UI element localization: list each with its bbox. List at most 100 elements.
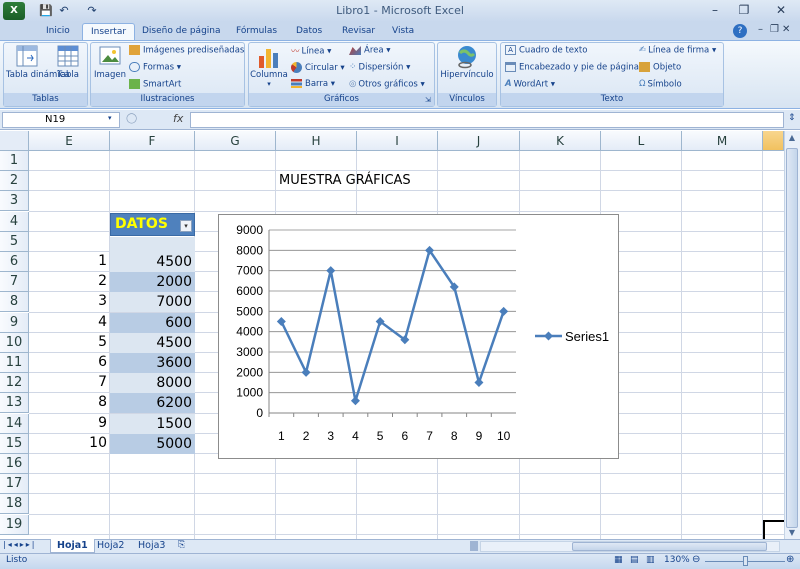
dispersion-button[interactable]: ⁘ Dispersión ▾ [349, 62, 410, 73]
page-layout-icon[interactable]: ▤ [630, 555, 639, 565]
tab-formulas[interactable]: Fórmulas [228, 23, 285, 40]
index-cell[interactable]: 9 [29, 415, 110, 431]
name-box[interactable]: N19 [2, 112, 120, 128]
datos-value-cell[interactable]: 3600 [110, 353, 195, 373]
column-header[interactable]: L [601, 131, 682, 151]
ribbon-restore-icon[interactable]: ❐ [770, 24, 779, 35]
row-header[interactable]: 8 [0, 292, 29, 312]
tab-datos[interactable]: Datos [288, 23, 330, 40]
index-cell[interactable]: 3 [29, 293, 110, 309]
linea-button[interactable]: 〰 Línea ▾ [291, 45, 331, 58]
column-header[interactable]: M [682, 131, 763, 151]
row-header[interactable]: 5 [0, 232, 29, 252]
row-header[interactable]: 6 [0, 252, 29, 272]
row-header[interactable]: 14 [0, 414, 29, 434]
ribbon-minimize-icon[interactable]: – [758, 24, 763, 35]
datos-value-cell[interactable]: 8000 [110, 373, 195, 393]
index-cell[interactable]: 5 [29, 334, 110, 350]
ribbon-close-icon[interactable]: ✕ [782, 24, 790, 35]
row-header[interactable]: 7 [0, 272, 29, 292]
row-header[interactable]: 2 [0, 171, 29, 191]
cuadro-texto-button[interactable]: A Cuadro de texto [505, 45, 587, 56]
encabezado-button[interactable]: Encabezado y pie de página [505, 62, 639, 73]
imagenes-predisenadas-button[interactable]: Imágenes prediseñadas [129, 45, 244, 56]
tab-insertar[interactable]: Insertar [82, 23, 136, 40]
zoom-slider-thumb[interactable] [743, 556, 748, 566]
column-header-selected[interactable] [763, 131, 784, 151]
wordart-button[interactable]: A WordArt ▾ [505, 79, 555, 90]
zoom-out-icon[interactable]: ⊖ [692, 554, 700, 565]
datos-value-cell[interactable]: 4500 [110, 333, 195, 353]
imagen-button[interactable]: Imagen [93, 44, 127, 80]
row-header[interactable]: 1 [0, 151, 29, 171]
row-header[interactable]: 19 [0, 515, 29, 535]
row-header[interactable]: 18 [0, 494, 29, 514]
name-box-dropdown-icon[interactable]: ▾ [108, 114, 112, 122]
close-icon[interactable]: ✕ [770, 2, 792, 19]
tab-revisar[interactable]: Revisar [334, 23, 383, 40]
formula-input[interactable] [190, 112, 784, 128]
row-header[interactable]: 13 [0, 393, 29, 413]
normal-view-icon[interactable]: ▦ [614, 555, 623, 565]
tabla-button[interactable]: Tabla [52, 44, 84, 80]
row-header[interactable]: 17 [0, 474, 29, 494]
datos-header-cell[interactable]: DATOS ▾ [110, 213, 195, 236]
index-cell[interactable]: 2 [29, 273, 110, 289]
new-sheet-icon[interactable]: ⎘ [172, 539, 191, 553]
otros-graficos-button[interactable]: ◎ Otros gráficos ▾ [349, 79, 425, 90]
circular-button[interactable]: Circular ▾ [291, 62, 345, 73]
fx-icon[interactable]: fx [173, 112, 183, 125]
datos-value-cell[interactable]: 600 [110, 313, 195, 333]
filter-dropdown-icon[interactable]: ▾ [180, 220, 192, 232]
zoom-level[interactable]: 130% [664, 555, 690, 565]
active-cell-selection[interactable] [763, 520, 785, 540]
tab-inicio[interactable]: Inicio [38, 23, 78, 40]
row-header[interactable]: 11 [0, 353, 29, 373]
datos-value-cell[interactable]: 7000 [110, 292, 195, 312]
datos-value-cell[interactable]: 1500 [110, 414, 195, 434]
help-icon[interactable]: ? [733, 24, 747, 38]
index-cell[interactable]: 8 [29, 394, 110, 410]
minimize-icon[interactable]: – [704, 2, 726, 19]
columna-button[interactable]: Columna ▾ [250, 44, 288, 88]
sheet-title-cell[interactable]: MUESTRA GRÁFICAS [279, 173, 411, 188]
scroll-up-icon[interactable]: ▲ [786, 133, 798, 145]
tab-vista[interactable]: Vista [384, 23, 422, 40]
column-header[interactable]: H [276, 131, 357, 151]
row-header[interactable]: 12 [0, 373, 29, 393]
page-break-icon[interactable]: ▥ [646, 555, 655, 565]
objeto-button[interactable]: Objeto [639, 62, 681, 73]
restore-icon[interactable]: ❐ [733, 2, 755, 19]
scroll-down-icon[interactable]: ▼ [786, 528, 798, 538]
column-header[interactable]: E [29, 131, 110, 151]
row-header[interactable]: 9 [0, 313, 29, 333]
column-header[interactable]: I [357, 131, 438, 151]
index-cell[interactable]: 6 [29, 354, 110, 370]
datos-value-cell[interactable]: 5000 [110, 434, 195, 454]
index-cell[interactable]: 10 [29, 435, 110, 451]
sheet-tab-hoja3[interactable]: Hoja3 [132, 539, 171, 553]
datos-value-cell[interactable]: 6200 [110, 393, 195, 413]
datos-value-cell[interactable]: 4500 [110, 252, 195, 272]
scroll-thumb[interactable] [786, 148, 798, 528]
linea-firma-button[interactable]: ✍ Línea de firma ▾ [639, 45, 716, 56]
formas-button[interactable]: Formas ▾ [129, 62, 181, 73]
sheet-tab-hoja2[interactable]: Hoja2 [91, 539, 130, 553]
h-scroll-thumb[interactable] [572, 542, 767, 551]
datos-value-cell[interactable]: 2000 [110, 272, 195, 292]
tab-diseno-pagina[interactable]: Diseño de página [134, 23, 229, 40]
column-header[interactable]: K [520, 131, 601, 151]
line-chart[interactable]: 0 1000 2000 3000 4000 5000 6000 7000 8000 9000 1 2 3… [218, 214, 619, 459]
sheet-tab-hoja1[interactable]: Hoja1 [50, 539, 95, 553]
simbolo-button[interactable]: Ω Símbolo [639, 79, 682, 90]
zoom-in-icon[interactable]: ⊕ [786, 554, 794, 565]
select-all-corner[interactable] [0, 131, 29, 151]
row-header[interactable]: 3 [0, 191, 29, 211]
smartart-button[interactable]: SmartArt [129, 79, 181, 90]
expand-formula-icon[interactable]: ⇕ [788, 113, 796, 123]
column-header[interactable]: G [195, 131, 276, 151]
graficos-dialog-launcher-icon[interactable]: ⇲ [425, 96, 431, 104]
area-button[interactable]: Área ▾ [349, 45, 391, 56]
row-header[interactable]: 4 [0, 212, 29, 232]
row-header[interactable]: 10 [0, 333, 29, 353]
